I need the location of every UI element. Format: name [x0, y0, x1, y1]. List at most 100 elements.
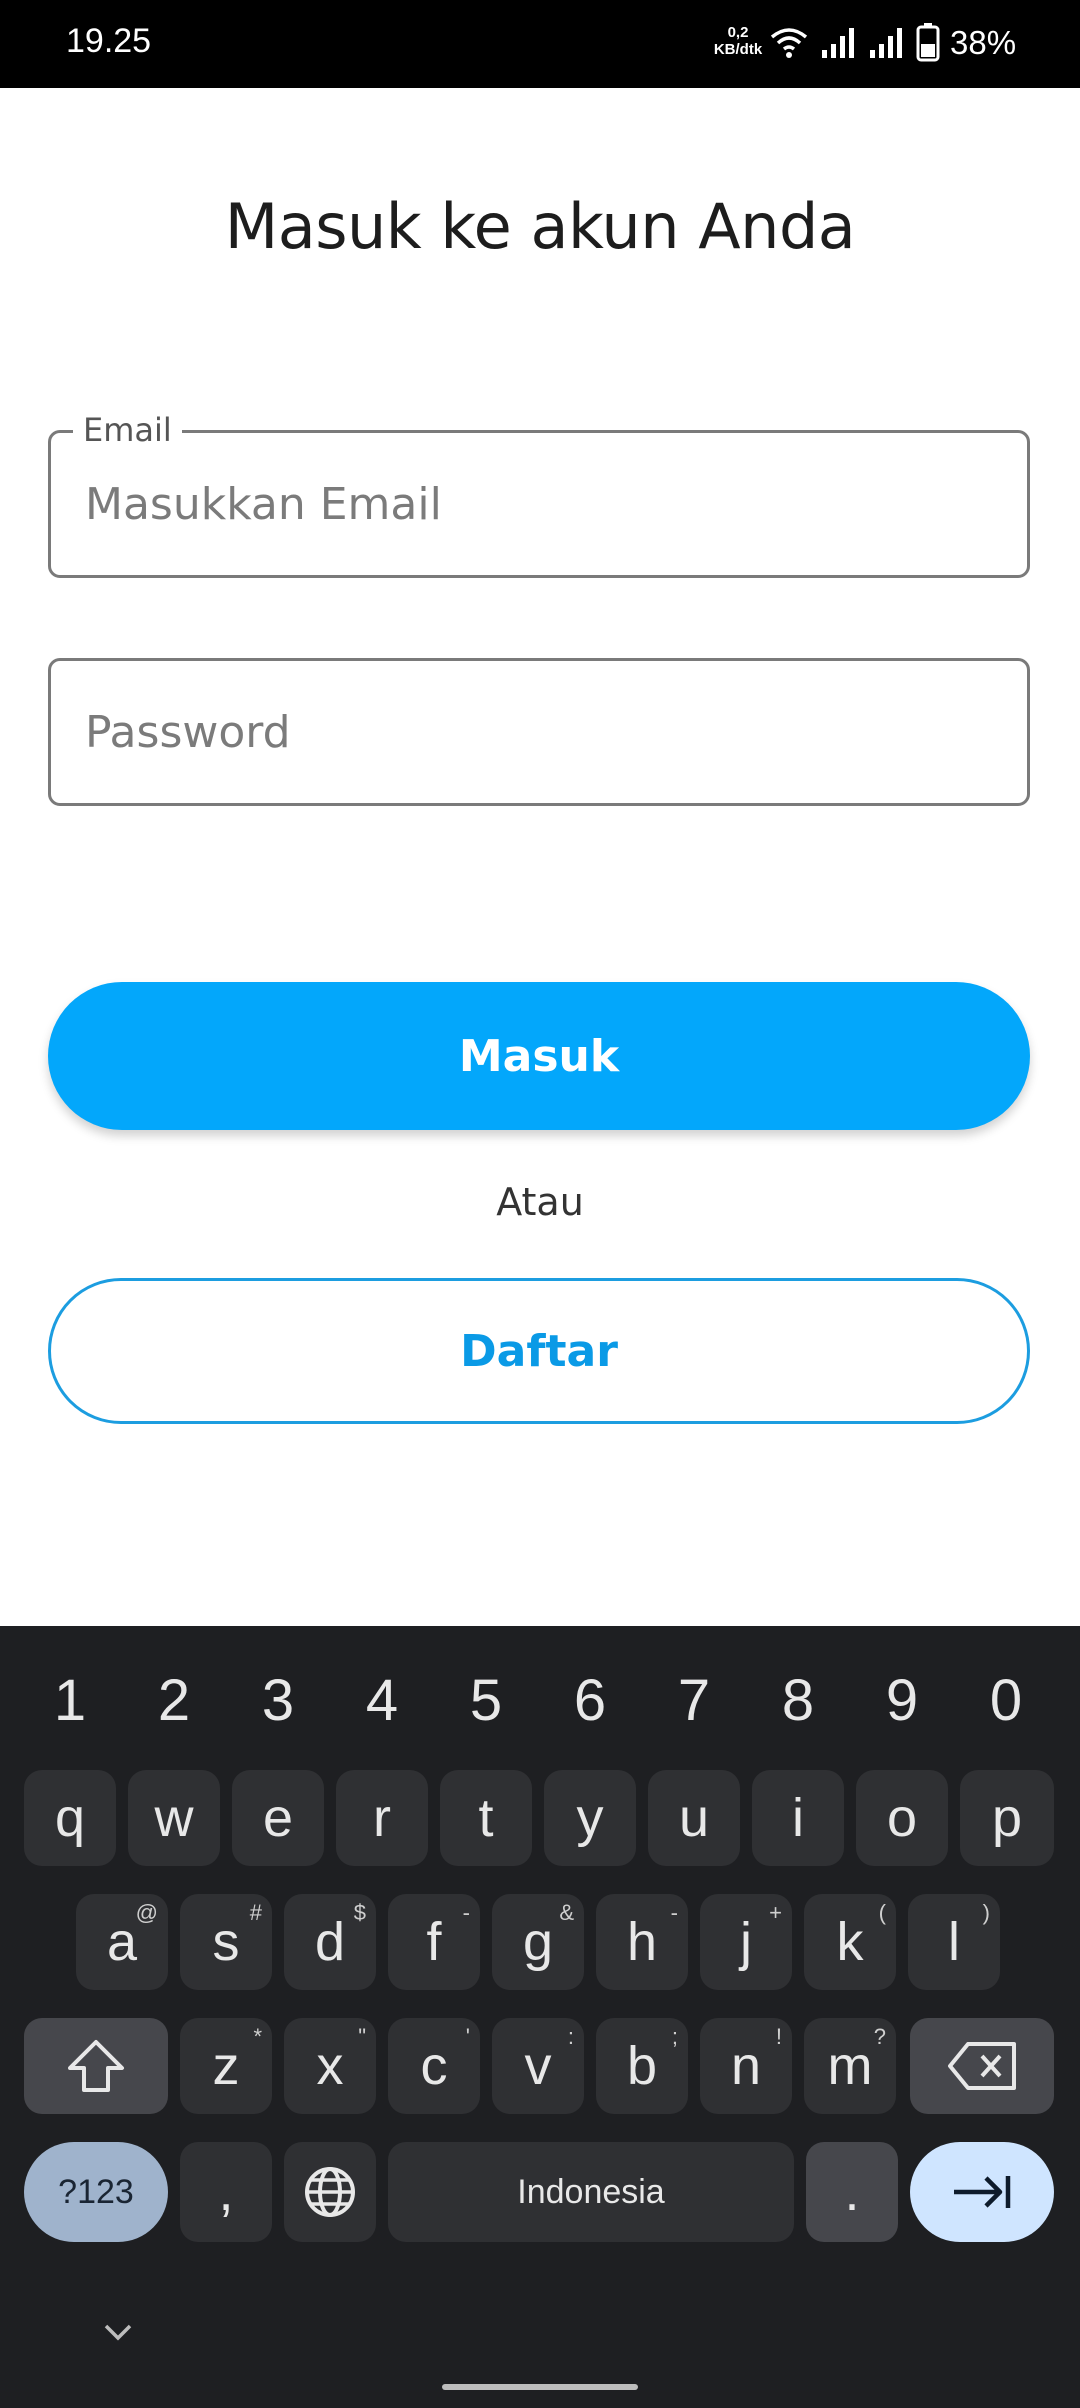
key-n[interactable]: n!	[700, 2018, 792, 2114]
key-h[interactable]: h-	[596, 1894, 688, 1990]
signal-icon-2	[870, 28, 902, 58]
battery-percent: 38%	[950, 24, 1017, 61]
key-v[interactable]: v:	[492, 2018, 584, 2114]
key-o[interactable]: o	[856, 1770, 948, 1866]
network-speed-value: 0,2	[727, 24, 749, 41]
backspace-icon	[910, 2018, 1054, 2114]
key-s-alt: #	[249, 1900, 262, 1925]
shift-key[interactable]	[24, 2018, 168, 2114]
period-key[interactable]: .	[806, 2142, 898, 2242]
login-button[interactable]: Masuk	[48, 982, 1030, 1130]
key-j-alt: +	[769, 1900, 782, 1925]
network-speed: 0,2 KB/dtk	[712, 24, 764, 58]
key-8[interactable]: 8	[746, 1656, 850, 1746]
key-y[interactable]: y	[544, 1770, 636, 1866]
key-e-label: e	[262, 1788, 294, 1848]
password-input[interactable]	[85, 661, 985, 803]
key-u-label: u	[678, 1788, 710, 1848]
battery-icon	[916, 23, 940, 62]
key-b[interactable]: b;	[596, 2018, 688, 2114]
key-j[interactable]: j +	[700, 1894, 792, 1990]
globe-icon	[284, 2142, 376, 2242]
key-6[interactable]: 6	[538, 1656, 642, 1746]
key-d-alt: $	[353, 1900, 366, 1925]
key-1[interactable]: 1	[18, 1656, 122, 1746]
key-l[interactable]: l)	[908, 1894, 1000, 1990]
key-k-alt: (	[878, 1900, 886, 1925]
key-z-alt: *	[253, 2024, 262, 2049]
key-z[interactable]: z *	[180, 2018, 272, 2114]
key-2[interactable]: 2	[122, 1656, 226, 1746]
shift-icon	[24, 2018, 168, 2114]
symbols-key[interactable]: ?123	[24, 2142, 168, 2242]
key-x[interactable]: x "	[284, 2018, 376, 2114]
gesture-handle[interactable]	[442, 2384, 638, 2390]
key-s[interactable]: s #	[180, 1894, 272, 1990]
status-time: 19.25	[66, 22, 152, 60]
key-n-alt: !	[775, 2024, 782, 2049]
key-4[interactable]: 4	[330, 1656, 434, 1746]
key-t[interactable]: t	[440, 1770, 532, 1866]
email-input[interactable]	[85, 433, 985, 575]
status-bar: 19.25 0,2 KB/dtk 38%	[0, 0, 1080, 88]
key-f-alt: -	[462, 1900, 470, 1925]
key-g[interactable]: g &	[492, 1894, 584, 1990]
register-button[interactable]: Daftar	[48, 1278, 1030, 1424]
password-field[interactable]	[48, 658, 1030, 806]
key-m-alt: ?	[873, 2024, 886, 2049]
period-key-label: .	[844, 2162, 860, 2222]
next-key[interactable]	[910, 2142, 1054, 2242]
key-c-alt: '	[465, 2024, 470, 2049]
key-a[interactable]: a @	[76, 1894, 168, 1990]
key-o-label: o	[886, 1788, 918, 1848]
key-0[interactable]: 0	[954, 1656, 1058, 1746]
key-e[interactable]: e	[232, 1770, 324, 1866]
backspace-key[interactable]	[910, 2018, 1054, 2114]
key-h-alt: -	[670, 1900, 678, 1925]
on-screen-keyboard: 1 2 3 4 5 6 7 8 9 0 q w e r t y u i o p …	[0, 1626, 1080, 2408]
key-c[interactable]: c '	[388, 2018, 480, 2114]
key-r[interactable]: r	[336, 1770, 428, 1866]
key-9[interactable]: 9	[850, 1656, 954, 1746]
wifi-icon	[770, 28, 808, 58]
key-m[interactable]: m?	[804, 2018, 896, 2114]
key-a-alt: @	[135, 1900, 158, 1925]
email-field[interactable]: Email	[48, 411, 1030, 578]
key-p[interactable]: p	[960, 1770, 1054, 1866]
key-7[interactable]: 7	[642, 1656, 746, 1746]
key-x-alt: "	[358, 2024, 366, 2049]
signal-icon-1	[822, 28, 854, 58]
space-key-label: Indonesia	[517, 2172, 665, 2211]
key-w-label: w	[154, 1788, 194, 1848]
language-key[interactable]	[284, 2142, 376, 2242]
key-b-alt: ;	[671, 2024, 678, 2049]
chevron-down-icon[interactable]	[102, 2322, 134, 2342]
number-row: 1 2 3 4 5 6 7 8 9 0	[0, 1656, 1080, 1746]
comma-key[interactable]: ,	[180, 2142, 272, 2242]
key-q-label: q	[54, 1788, 86, 1848]
key-5[interactable]: 5	[434, 1656, 538, 1746]
key-d[interactable]: d $	[284, 1894, 376, 1990]
key-p-label: p	[991, 1788, 1023, 1848]
or-divider-text: Atau	[496, 1180, 584, 1224]
key-w[interactable]: w	[128, 1770, 220, 1866]
key-i-label: i	[792, 1788, 804, 1848]
key-l-alt: )	[982, 1900, 990, 1925]
key-r-label: r	[373, 1788, 391, 1848]
key-g-alt: &	[559, 1900, 574, 1925]
key-q[interactable]: q	[24, 1770, 116, 1866]
key-y-label: y	[576, 1788, 604, 1848]
comma-key-label: ,	[218, 2162, 234, 2222]
key-t-label: t	[478, 1788, 494, 1848]
key-v-alt: :	[567, 2024, 574, 2049]
network-speed-unit: KB/dtk	[713, 41, 763, 58]
space-key[interactable]: Indonesia	[388, 2142, 794, 2242]
key-k[interactable]: k(	[804, 1894, 896, 1990]
key-u[interactable]: u	[648, 1770, 740, 1866]
symbols-key-label: ?123	[58, 2172, 134, 2211]
key-f[interactable]: f-	[388, 1894, 480, 1990]
page-title: Masuk ke akun Anda	[224, 190, 856, 263]
key-i[interactable]: i	[752, 1770, 844, 1866]
key-3[interactable]: 3	[226, 1656, 330, 1746]
tab-next-icon	[910, 2142, 1054, 2242]
